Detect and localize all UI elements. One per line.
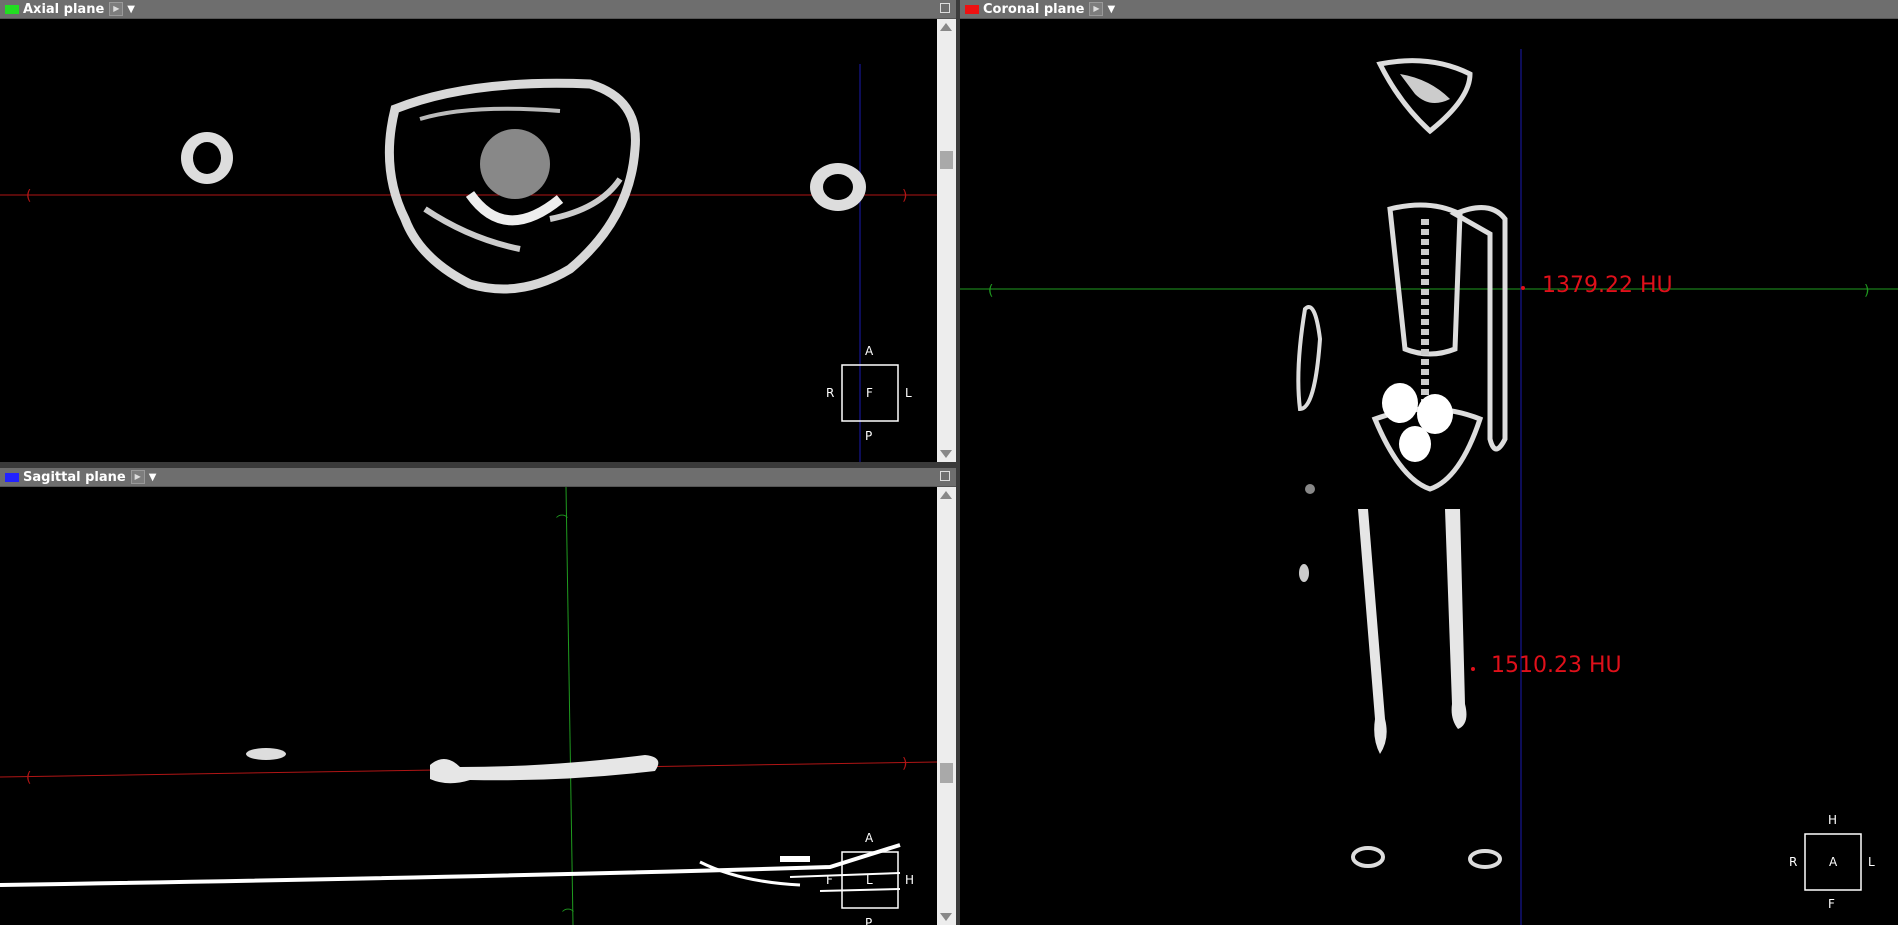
femur-right	[1445, 509, 1467, 729]
measurement-label-2[interactable]: 1510.23 HU	[1491, 653, 1622, 678]
measurement-label-1[interactable]: 1379.22 HU	[1542, 273, 1673, 298]
scroll-down-icon[interactable]	[940, 913, 952, 921]
vertebra	[480, 129, 550, 199]
axial-image: ( )	[0, 64, 937, 462]
scroll-thumb[interactable]	[940, 763, 953, 783]
femur-left	[1358, 509, 1387, 754]
sagittal-scrollbar[interactable]	[937, 487, 956, 925]
sagittal-long-bone	[430, 755, 659, 784]
axial-panel: Axial plane ▶ ▼ ( ) A P R L F	[0, 0, 956, 462]
axial-title-bar: Axial plane ▶ ▼	[0, 0, 956, 19]
maximize-icon[interactable]	[940, 471, 950, 481]
axial-panel-title: Axial plane	[23, 1, 105, 17]
svg-text:): )	[902, 756, 907, 772]
coronal-title-bar: Coronal plane ▶ ▼	[960, 0, 1898, 19]
coronal-color-swatch	[965, 4, 979, 14]
crosshair-handle-left: (	[26, 188, 31, 204]
orientation-right: L	[1868, 855, 1875, 869]
orientation-top: A	[865, 344, 874, 358]
foot-left	[1351, 846, 1385, 868]
play-icon[interactable]: ▶	[1089, 2, 1104, 16]
orientation-bottom: P	[865, 429, 873, 443]
scroll-up-icon[interactable]	[940, 23, 952, 31]
orientation-center: L	[866, 873, 873, 887]
crosshair-handle-top: ⌒	[556, 514, 568, 528]
scanner-table	[0, 843, 901, 887]
chevron-down-icon[interactable]: ▼	[127, 4, 135, 15]
sagittal-vertical-crosshair	[565, 486, 574, 925]
crosshair-handle-right: )	[902, 188, 907, 204]
maximize-icon[interactable]	[940, 3, 950, 13]
sagittal-color-swatch	[5, 472, 19, 482]
scroll-thumb[interactable]	[940, 151, 953, 169]
sagittal-bone-fragment	[246, 748, 286, 760]
sagittal-panel: Sagittal plane ▶ ▼ ⌒ ⌒ ( ) A P F H L	[0, 468, 956, 925]
scroll-up-icon[interactable]	[940, 491, 952, 499]
orientation-right: L	[905, 386, 912, 400]
chevron-down-icon[interactable]: ▼	[149, 472, 157, 483]
orientation-top: A	[865, 831, 874, 845]
orientation-right: H	[905, 873, 915, 887]
play-icon[interactable]: ▶	[109, 2, 124, 16]
orientation-top: H	[1828, 813, 1838, 827]
coronal-viewport[interactable]: ( ) 1379.22 HU 1510.23 HU H F R L A	[960, 19, 1898, 925]
sagittal-title-bar: Sagittal plane ▶ ▼	[0, 468, 956, 487]
orientation-bottom: P	[865, 916, 873, 925]
axial-scrollbar[interactable]	[937, 19, 956, 462]
play-icon[interactable]: ▶	[130, 470, 145, 484]
orientation-left: R	[826, 386, 835, 400]
scroll-down-icon[interactable]	[940, 450, 952, 458]
orientation-bottom: F	[1828, 897, 1835, 911]
coronal-panel: Coronal plane ▶ ▼ ( ) 1379.22 HU 1510.23…	[960, 0, 1898, 925]
coronal-image: ( )	[960, 49, 1898, 925]
sagittal-panel-title: Sagittal plane	[23, 469, 126, 485]
coronal-panel-title: Coronal plane	[983, 1, 1085, 17]
sagittal-viewport[interactable]: ⌒ ⌒ ( ) A P F H L	[0, 486, 938, 925]
orientation-center: A	[1829, 855, 1838, 869]
arm-bone-left	[1296, 305, 1323, 412]
orientation-left: F	[826, 873, 833, 887]
svg-text:(: (	[988, 283, 993, 299]
sagittal-image: ⌒ ⌒ ( )	[0, 486, 938, 925]
svg-text:(: (	[26, 770, 31, 786]
orientation-center: F	[866, 386, 873, 400]
crosshair-handle-bottom: ⌒	[562, 908, 574, 922]
axial-color-swatch	[5, 4, 19, 14]
foot-right	[1468, 849, 1502, 869]
orientation-left: R	[1789, 855, 1798, 869]
axial-viewport[interactable]: ( ) A P R L F	[0, 19, 937, 462]
svg-text:): )	[1864, 283, 1869, 299]
chevron-down-icon[interactable]: ▼	[1107, 4, 1115, 15]
